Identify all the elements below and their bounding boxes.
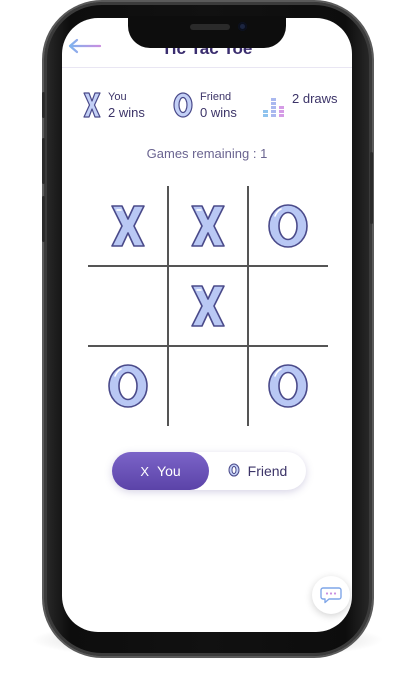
x-mark-icon <box>83 92 101 118</box>
phone-speaker <box>190 24 230 30</box>
x-mark-icon <box>111 205 145 247</box>
score-you-wins: 2 wins <box>108 105 145 120</box>
x-mark-icon: X <box>140 463 150 479</box>
board-cell-1[interactable] <box>168 186 248 266</box>
o-mark-icon <box>108 364 148 408</box>
board-cell-4[interactable] <box>168 266 248 346</box>
chat-button[interactable] <box>312 576 350 614</box>
score-you-label: You <box>108 91 127 103</box>
board-cell-2[interactable] <box>248 186 328 266</box>
board-cell-3[interactable] <box>88 266 168 346</box>
o-mark-icon <box>228 463 240 480</box>
phone-notch <box>128 16 286 48</box>
x-mark-icon <box>191 285 225 327</box>
x-mark-icon <box>191 205 225 247</box>
score-friend: Friend 0 wins <box>172 90 237 120</box>
volume-up-button <box>42 138 45 184</box>
score-friend-wins: 0 wins <box>200 105 237 120</box>
o-mark-icon <box>173 92 193 118</box>
turn-toggle: X You Friend <box>112 452 306 490</box>
score-draws-count: 2 draws <box>292 90 338 106</box>
bar-grid-icon <box>263 98 284 117</box>
volume-down-button <box>42 196 45 242</box>
toggle-you-button[interactable]: X You <box>112 452 209 490</box>
board-cell-7[interactable] <box>168 346 248 426</box>
toggle-friend-button[interactable]: Friend <box>209 452 306 490</box>
phone-camera <box>238 22 247 31</box>
board-cell-5[interactable] <box>248 266 328 346</box>
o-mark-icon <box>268 204 308 248</box>
toggle-friend-label: Friend <box>247 463 288 479</box>
board-cell-6[interactable] <box>88 346 168 426</box>
toggle-you-label: You <box>157 463 181 479</box>
board-cell-8[interactable] <box>248 346 328 426</box>
mute-switch <box>42 92 45 118</box>
chat-bubble-icon <box>320 587 342 604</box>
games-remaining: Games remaining : 1 <box>146 146 268 161</box>
o-mark-icon <box>268 364 308 408</box>
board-cell-0[interactable] <box>88 186 168 266</box>
score-you: You 2 wins <box>82 90 145 120</box>
score-draws: 2 draws <box>262 90 338 118</box>
app-screen: Tic Tac Toe You 2 wins Friend 0 wins 2 d… <box>62 18 352 632</box>
power-button <box>370 152 373 224</box>
score-friend-label: Friend <box>200 91 232 103</box>
game-board <box>88 186 328 426</box>
